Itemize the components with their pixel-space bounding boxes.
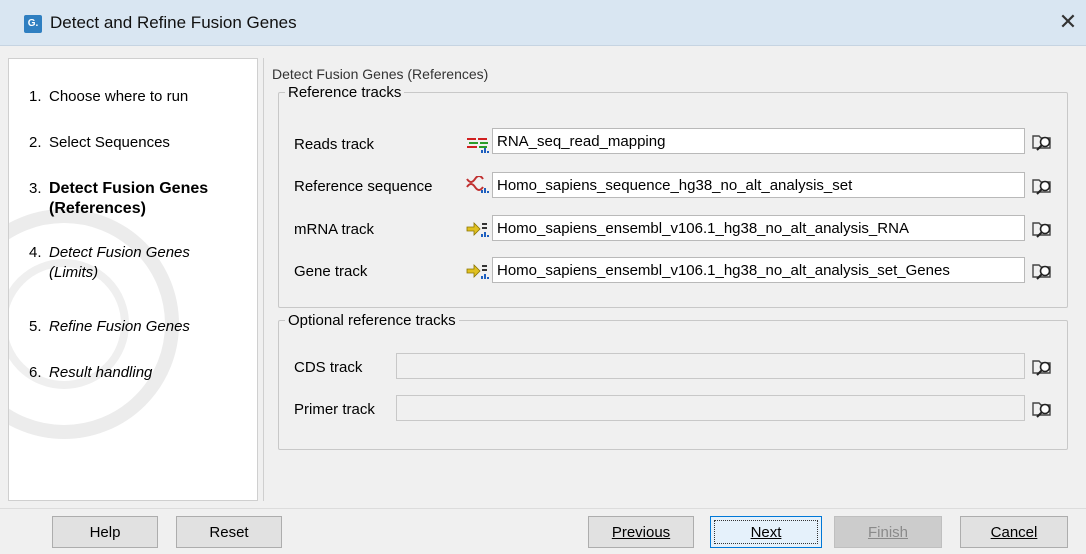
reads-track-field[interactable]: RNA_seq_read_mapping (492, 128, 1025, 154)
app-icon: G. (24, 15, 42, 33)
browse-cds-track-button[interactable] (1030, 355, 1056, 381)
folder-search-icon (1032, 397, 1054, 423)
previous-button[interactable]: Previous (588, 516, 694, 548)
reset-button[interactable]: Reset (176, 516, 282, 548)
browse-gene-track-button[interactable] (1030, 259, 1056, 285)
folder-search-icon (1032, 217, 1054, 243)
wizard-step-label: Result handling (49, 364, 153, 381)
folder-search-icon (1032, 130, 1054, 156)
browse-mrna-track-button[interactable] (1030, 217, 1056, 243)
optional-reference-tracks-legend: Optional reference tracks (288, 312, 456, 329)
primer-track-label: Primer track (294, 401, 375, 418)
optional-reference-tracks-group: Optional reference tracks (278, 312, 1068, 450)
wizard-step-label: Choose where to run (49, 88, 189, 105)
gene-track-label: Gene track (294, 263, 368, 280)
wizard-steps-panel: 1. Choose where to run 2. Select Sequences… (8, 58, 258, 501)
wizard-step-3-current: 3. Detect Fusion Genes (References) (29, 179, 249, 219)
annotation-track-icon (466, 220, 490, 238)
cds-track-field[interactable] (396, 353, 1025, 379)
reference-tracks-legend: Reference tracks (288, 84, 402, 101)
browse-primer-track-button[interactable] (1030, 397, 1056, 423)
reads-track-icon (466, 136, 490, 154)
wizard-step-label: Refine Fusion Genes (49, 318, 190, 335)
annotation-track-icon (466, 262, 490, 280)
folder-search-icon (1032, 174, 1054, 200)
browse-reads-track-button[interactable] (1030, 130, 1056, 156)
help-button[interactable]: Help (52, 516, 158, 548)
close-icon[interactable]: ✕ (1056, 10, 1080, 34)
reads-track-label: Reads track (294, 136, 375, 153)
wizard-step-label: Detect Fusion Genes (Limits) (49, 244, 190, 281)
reference-sequence-label: Reference sequence (294, 178, 433, 195)
finish-button[interactable]: Finish (834, 516, 942, 548)
mrna-track-label: mRNA track (294, 221, 375, 238)
wizard-step-2: 2. Select Sequences (29, 134, 170, 151)
title-bar: G. Detect and Refine Fusion Genes ✕ (0, 0, 1086, 46)
wizard-step-label: Select Sequences (49, 134, 170, 151)
browse-reference-sequence-button[interactable] (1030, 174, 1056, 200)
window-title: Detect and Refine Fusion Genes (50, 13, 297, 32)
wizard-step-5: 5. Refine Fusion Genes (29, 318, 190, 335)
wizard-step-6: 6. Result handling (29, 364, 153, 381)
sequence-track-icon (466, 175, 490, 194)
folder-search-icon (1032, 259, 1054, 285)
reference-sequence-field[interactable]: Homo_sapiens_sequence_hg38_no_alt_analys… (492, 172, 1025, 198)
wizard-step-label: Detect Fusion Genes (References) (49, 180, 209, 217)
next-button[interactable]: Next (710, 516, 822, 548)
wizard-step-1: 1. Choose where to run (29, 88, 189, 105)
cds-track-label: CDS track (294, 359, 363, 376)
wizard-step-4: 4. Detect Fusion Genes (Limits) (29, 243, 239, 283)
mrna-track-field[interactable]: Homo_sapiens_ensembl_v106.1_hg38_no_alt_… (492, 215, 1025, 241)
primer-track-field[interactable] (396, 395, 1025, 421)
gene-track-field[interactable]: Homo_sapiens_ensembl_v106.1_hg38_no_alt_… (492, 257, 1025, 283)
folder-search-icon (1032, 355, 1054, 381)
cancel-button[interactable]: Cancel (960, 516, 1068, 548)
page-title: Detect Fusion Genes (References) (272, 66, 489, 82)
panel-divider (263, 58, 264, 501)
